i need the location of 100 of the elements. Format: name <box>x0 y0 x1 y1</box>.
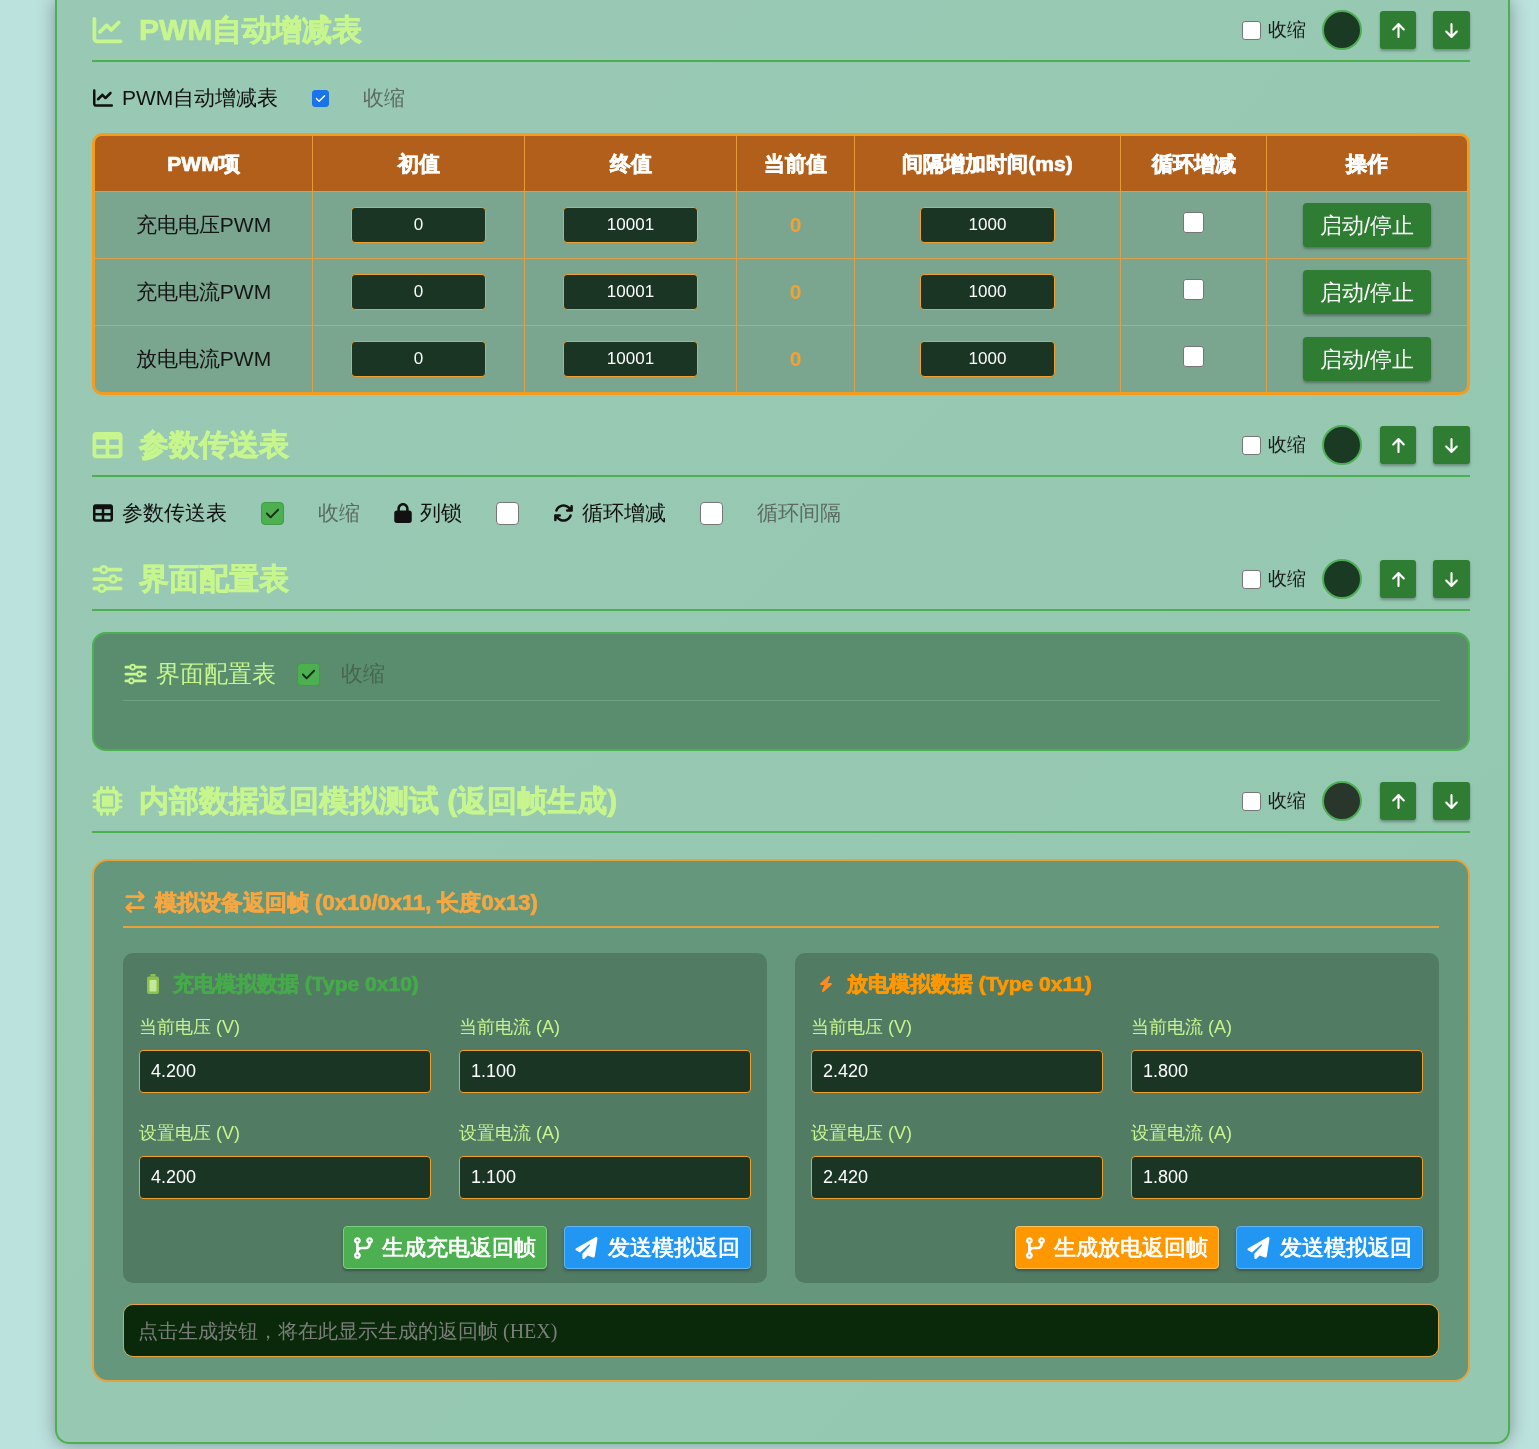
interval-input[interactable]: 1000 <box>920 274 1055 310</box>
loop-checkbox[interactable] <box>1183 279 1204 300</box>
move-down-button[interactable] <box>1433 560 1470 598</box>
start-value-input[interactable]: 0 <box>351 341 486 377</box>
move-down-button[interactable] <box>1433 11 1470 49</box>
column-header: 当前值 <box>764 150 827 177</box>
move-up-button[interactable] <box>1380 426 1416 464</box>
loop-checkbox[interactable] <box>1183 212 1204 233</box>
lock-icon <box>394 503 412 523</box>
battery-icon <box>147 974 159 994</box>
collapse-label: 收缩 <box>1268 433 1306 457</box>
checkbox[interactable] <box>700 501 723 525</box>
value-input[interactable]: 1.800 <box>1131 1156 1423 1199</box>
color-swatch[interactable] <box>1322 10 1362 50</box>
loop-label: 循环增减 <box>582 500 666 526</box>
row-name: 放电电流PWM <box>135 346 272 373</box>
field-label: 设置电流 (A) <box>459 1123 560 1143</box>
chart-line-icon <box>92 88 114 108</box>
value-input[interactable]: 4.200 <box>139 1156 431 1199</box>
branch-icon <box>354 1236 373 1259</box>
loop-checkbox[interactable] <box>1183 346 1204 367</box>
bolt-icon <box>819 974 833 994</box>
table-icon <box>92 503 114 523</box>
chart-line-icon <box>92 15 123 45</box>
end-value-input[interactable]: 10001 <box>563 207 698 243</box>
arrow-down-icon <box>1444 21 1459 39</box>
color-swatch[interactable] <box>1322 559 1362 599</box>
field-label: 当前电压 (V) <box>139 1017 240 1037</box>
move-up-button[interactable] <box>1380 560 1416 598</box>
arrow-up-icon <box>1390 436 1406 454</box>
arrow-up-icon <box>1390 21 1406 39</box>
checkbox[interactable] <box>496 501 519 525</box>
start-stop-button[interactable]: 启动/停止 <box>1303 270 1431 314</box>
arrow-down-icon <box>1444 792 1459 810</box>
color-swatch[interactable] <box>1322 781 1362 821</box>
panel-title: 模拟设备返回帧 (0x10/0x11, 长度0x13) <box>155 888 538 917</box>
end-value-input[interactable]: 10001 <box>563 274 698 310</box>
arrow-down-icon <box>1444 436 1459 454</box>
branch-icon <box>1026 1236 1045 1259</box>
row-name: 充电电压PWM <box>135 212 272 239</box>
hint-label: 循环间隔 <box>757 500 841 526</box>
table-icon <box>92 430 123 460</box>
column-header: 循环增减 <box>1151 150 1236 177</box>
field-label: 设置电压 (V) <box>811 1123 912 1143</box>
sliders-icon <box>92 564 123 594</box>
toolbar-title: 界面配置表 <box>156 659 276 689</box>
current-value: 0 <box>789 279 802 306</box>
paper-plane-icon <box>1247 1236 1270 1259</box>
move-down-button[interactable] <box>1433 782 1470 820</box>
current-value: 0 <box>789 212 802 239</box>
end-value-input[interactable]: 10001 <box>563 341 698 377</box>
value-input[interactable]: 1.100 <box>459 1156 751 1199</box>
collapse-checkbox[interactable] <box>1242 20 1261 40</box>
start-value-input[interactable]: 0 <box>351 207 486 243</box>
move-down-button[interactable] <box>1433 426 1470 464</box>
paper-plane-icon <box>575 1236 598 1259</box>
hex-output-field[interactable]: 点击生成按钮，将在此显示生成的返回帧 (HEX) <box>123 1304 1439 1357</box>
collapse-checkbox[interactable] <box>1242 791 1261 811</box>
checkbox[interactable] <box>261 501 284 525</box>
collapse-label: 收缩 <box>1268 567 1306 591</box>
column-header: 间隔增加时间(ms) <box>902 150 1073 177</box>
color-swatch[interactable] <box>1322 425 1362 465</box>
exchange-icon <box>123 891 147 913</box>
field-label: 当前电压 (V) <box>811 1017 912 1037</box>
field-label: 设置电压 (V) <box>139 1123 240 1143</box>
chip-icon <box>92 786 123 816</box>
column-header: 操作 <box>1346 150 1388 177</box>
value-input[interactable]: 1.800 <box>1131 1050 1423 1093</box>
move-up-button[interactable] <box>1380 782 1416 820</box>
column-header: PWM项 <box>167 150 240 177</box>
interval-input[interactable]: 1000 <box>920 207 1055 243</box>
value-input[interactable]: 1.100 <box>459 1050 751 1093</box>
start-value-input[interactable]: 0 <box>351 274 486 310</box>
card-title: 放电模拟数据 (Type 0x11) <box>847 971 1092 998</box>
checkbox[interactable] <box>312 89 330 107</box>
current-value: 0 <box>789 346 802 373</box>
collapse-checkbox[interactable] <box>1242 569 1261 589</box>
collapse-checkbox[interactable] <box>1242 435 1261 455</box>
check-icon <box>315 92 327 104</box>
arrow-down-icon <box>1444 570 1459 588</box>
collapse-label: 收缩 <box>1268 18 1306 42</box>
hint-label: 收缩 <box>363 85 406 111</box>
interval-input[interactable]: 1000 <box>920 341 1055 377</box>
column-lock-label: 列锁 <box>420 500 462 526</box>
value-input[interactable]: 2.420 <box>811 1156 1103 1199</box>
collapse-label: 收缩 <box>1268 789 1306 813</box>
sliders-icon <box>123 663 148 685</box>
row-name: 充电电流PWM <box>135 279 272 306</box>
value-input[interactable]: 2.420 <box>811 1050 1103 1093</box>
toolbar-title: 参数传送表 <box>122 500 227 526</box>
start-stop-button[interactable]: 启动/停止 <box>1303 337 1431 381</box>
field-label: 当前电流 (A) <box>459 1017 560 1037</box>
start-stop-button[interactable]: 启动/停止 <box>1303 203 1431 247</box>
checkbox[interactable] <box>297 662 320 686</box>
hint-label: 收缩 <box>318 500 360 526</box>
value-input[interactable]: 4.200 <box>139 1050 431 1093</box>
column-header: 终值 <box>609 150 652 177</box>
refresh-icon <box>553 503 574 523</box>
field-label: 当前电流 (A) <box>1131 1017 1232 1037</box>
move-up-button[interactable] <box>1380 11 1416 49</box>
